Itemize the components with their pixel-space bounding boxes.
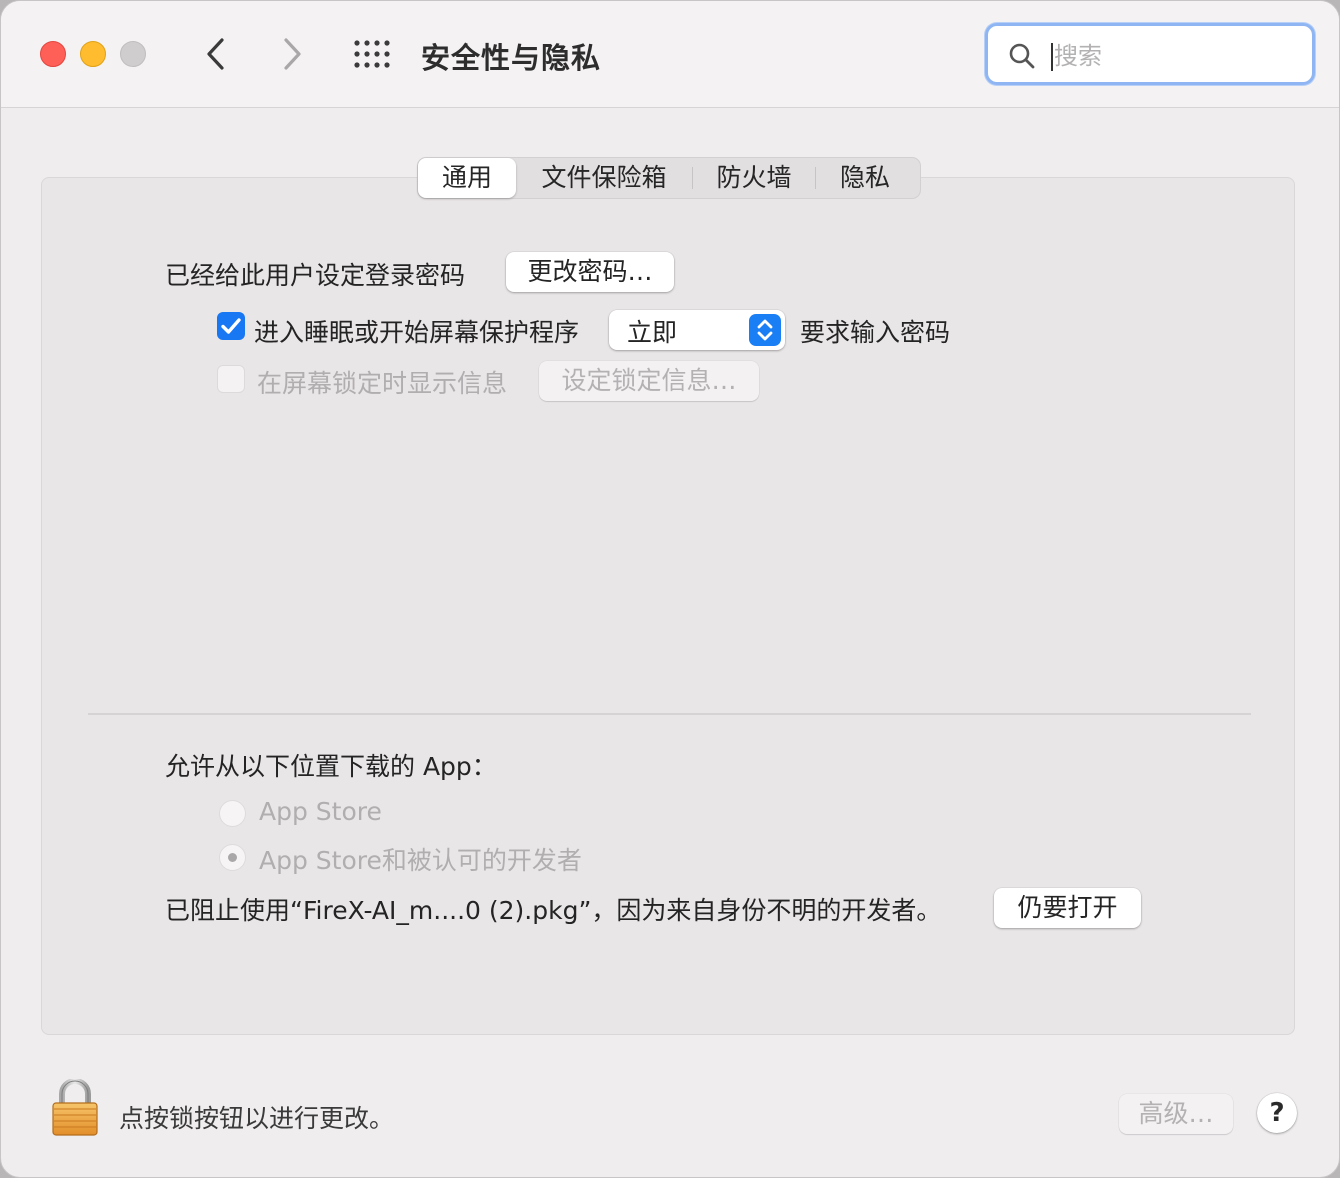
require-password-checkbox[interactable] bbox=[217, 312, 245, 340]
allow-downloads-heading: 允许从以下位置下载的 App： bbox=[165, 752, 497, 781]
chevron-right-icon bbox=[284, 38, 301, 70]
set-lock-message-button[interactable]: 设定锁定信息… bbox=[539, 361, 759, 401]
advanced-button[interactable]: 高级… bbox=[1119, 1094, 1233, 1134]
window-title: 安全性与隐私 bbox=[421, 41, 602, 75]
lock-message-checkbox[interactable] bbox=[217, 365, 245, 393]
help-button[interactable]: ? bbox=[1257, 1093, 1297, 1133]
password-delay-value: 立即 bbox=[627, 318, 678, 347]
change-password-button[interactable]: 更改密码… bbox=[506, 252, 674, 292]
tab-filevault[interactable]: 文件保险箱 bbox=[516, 158, 692, 198]
tab-privacy[interactable]: 隐私 bbox=[816, 158, 914, 198]
chevron-left-icon bbox=[207, 38, 224, 70]
section-divider bbox=[88, 713, 1251, 715]
lock-button[interactable] bbox=[51, 1078, 99, 1137]
tab-firewall[interactable]: 防火墙 bbox=[693, 158, 815, 198]
lock-icon bbox=[52, 1078, 98, 1136]
grid-icon bbox=[354, 40, 390, 68]
checkmark-icon bbox=[221, 318, 241, 334]
lock-message-label: 在屏幕锁定时显示信息 bbox=[257, 369, 508, 398]
open-anyway-button[interactable]: 仍要打开 bbox=[994, 888, 1141, 928]
lock-hint-text: 点按锁按钮以进行更改。 bbox=[119, 1104, 395, 1133]
radio-dot bbox=[228, 853, 237, 862]
updown-arrows-icon bbox=[749, 314, 781, 346]
require-password-label: 进入睡眠或开始屏幕保护程序 bbox=[254, 318, 580, 347]
blocked-app-message: 已阻止使用“FireX-AI_m....0 (2).pkg”，因为来自身份不明的… bbox=[165, 896, 942, 925]
require-password-suffix: 要求输入密码 bbox=[800, 318, 951, 347]
tab-bar: 通用 文件保险箱 防火墙 隐私 bbox=[417, 157, 921, 199]
title-bar: 安全性与隐私 bbox=[1, 1, 1339, 108]
preferences-window: 安全性与隐私 通用 文件保险箱 防火墙 隐私 已经给此用户设定登录密码 更改密码… bbox=[0, 0, 1340, 1178]
back-button[interactable] bbox=[197, 35, 235, 73]
close-button[interactable] bbox=[40, 41, 66, 67]
zoom-button[interactable] bbox=[120, 41, 146, 67]
show-all-button[interactable] bbox=[353, 39, 393, 71]
radio-app-store-identified-label: App Store和被认可的开发者 bbox=[259, 846, 582, 875]
forward-button[interactable] bbox=[273, 35, 311, 73]
radio-app-store-label: App Store bbox=[259, 797, 382, 826]
tab-general[interactable]: 通用 bbox=[418, 158, 516, 198]
search-input[interactable] bbox=[1052, 36, 1296, 76]
password-delay-popup[interactable]: 立即 bbox=[609, 310, 785, 350]
minimize-button[interactable] bbox=[80, 41, 106, 67]
search-icon bbox=[1009, 43, 1035, 69]
radio-app-store-identified[interactable] bbox=[219, 844, 246, 871]
radio-app-store[interactable] bbox=[219, 800, 246, 827]
search-field[interactable] bbox=[985, 23, 1315, 85]
password-set-label: 已经给此用户设定登录密码 bbox=[165, 261, 466, 290]
